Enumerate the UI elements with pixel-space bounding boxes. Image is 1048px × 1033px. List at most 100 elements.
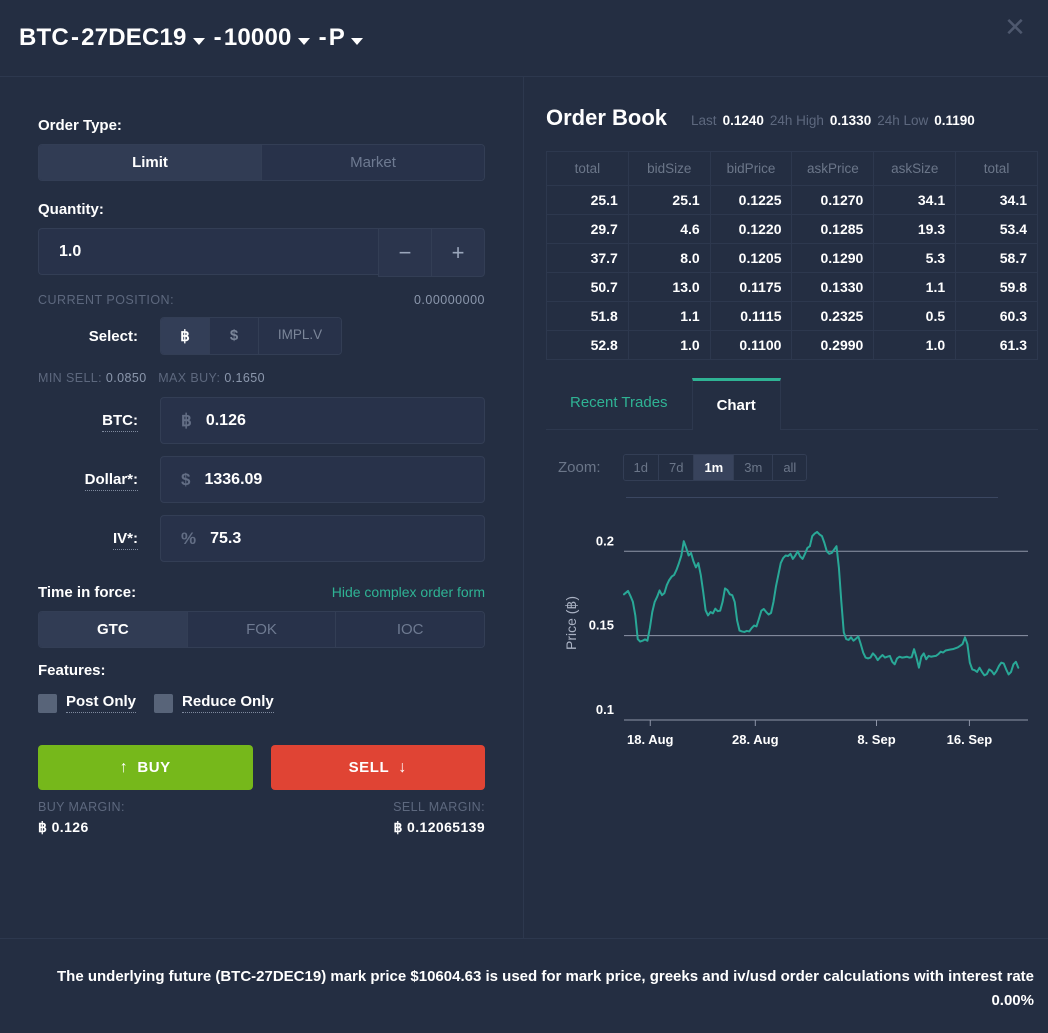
checkbox-icon[interactable] — [38, 693, 57, 713]
title-sep-2: - — [213, 24, 222, 51]
order-book-cell-bidSize: 1.0 — [627, 330, 711, 360]
tif-fok-button[interactable]: FOK — [187, 612, 337, 647]
dialog-header: BTC - 27DEC19 - 10000 - P ✕ — [0, 0, 1048, 77]
option-type-chevron-down-icon[interactable] — [350, 37, 363, 45]
order-type-market-button[interactable]: Market — [262, 145, 484, 180]
expiry-chevron-down-icon[interactable] — [192, 37, 205, 45]
x-axis-tick-label: 28. Aug — [732, 732, 779, 747]
features-checkboxes: Post Only Reduce Only — [38, 693, 485, 713]
order-book-cell-total: 52.8 — [546, 330, 629, 360]
order-book-cell-askPrice: 0.2990 — [791, 330, 875, 360]
order-book-cell-bidPrice: 0.1115 — [709, 301, 793, 331]
order-book-cell-bidSize: 13.0 — [627, 272, 711, 302]
order-book-cell-bidSize: 4.6 — [627, 214, 711, 244]
zoom-range-7d-button[interactable]: 7d — [658, 455, 695, 480]
x-axis-tick-label: 8. Sep — [857, 732, 895, 747]
post-only-checkbox[interactable]: Post Only — [38, 693, 137, 713]
last-value: 0.1240 — [722, 113, 764, 128]
sell-margin-block: SELL MARGIN: ฿ 0.12065139 — [393, 800, 485, 836]
tab-chart[interactable]: Chart — [691, 378, 781, 430]
hide-complex-order-form-link[interactable]: Hide complex order form — [332, 584, 485, 600]
order-book-cell-askSize: 5.3 — [873, 243, 957, 273]
buy-button-label: BUY — [137, 759, 171, 776]
table-row[interactable]: 37.7 8.0 0.1205 0.1290 5.3 58.7 — [546, 243, 1038, 273]
order-book-cell-total: 59.8 — [955, 272, 1038, 302]
order-type-limit-button[interactable]: Limit — [39, 145, 262, 180]
time-in-force-toggle[interactable]: GTC FOK IOC — [38, 611, 485, 648]
chart-line-Price — [623, 530, 1020, 677]
max-buy-value: 0.1650 — [224, 371, 265, 385]
order-ticket-dialog: BTC - 27DEC19 - 10000 - P ✕ Order Type: … — [0, 0, 1048, 1033]
zoom-range-3m-button[interactable]: 3m — [734, 455, 774, 480]
current-position-label: CURRENT POSITION: — [38, 293, 175, 307]
close-icon[interactable]: ✕ — [998, 10, 1032, 44]
quantity-input[interactable]: 1.0 — [38, 228, 378, 275]
order-book-panel: Order Book Last 0.1240 24h High 0.1330 2… — [524, 77, 1048, 938]
tif-gtc-button[interactable]: GTC — [39, 612, 188, 647]
order-book-header-row: total bidSize bidPrice askPrice askSize total — [546, 151, 1038, 186]
table-row[interactable]: 29.7 4.6 0.1220 0.1285 19.3 53.4 — [546, 214, 1038, 244]
sell-button[interactable]: SELL ↓ — [270, 745, 485, 790]
order-book-title: Order Book — [546, 105, 668, 130]
dollar-price-row: Dollar*: $ 1336.09 — [38, 456, 485, 503]
quantity-decrement-button[interactable]: − — [378, 228, 431, 277]
unit-implied-vol-button[interactable]: IMPL.V — [259, 318, 341, 354]
y-axis-tick-label: 0.15 — [589, 618, 614, 633]
dollar-icon: $ — [181, 469, 191, 489]
zoom-range-1d-button[interactable]: 1d — [623, 455, 659, 480]
order-book-col-askSize-4: askSize — [873, 151, 957, 186]
zoom-label: Zoom: — [558, 459, 601, 476]
min-sell-label: MIN SELL: — [38, 371, 103, 385]
arrow-up-icon: ↑ — [119, 758, 129, 776]
min-sell-value: 0.0850 — [105, 371, 147, 385]
order-book-cell-bidSize: 8.0 — [627, 243, 711, 273]
unit-btc-button[interactable]: ฿ — [161, 318, 210, 354]
order-book-cell-total: 37.7 — [546, 243, 629, 273]
price-unit-toggle[interactable]: ฿ $ IMPL.V — [160, 317, 342, 355]
post-only-label: Post Only — [66, 693, 137, 713]
tab-recent-trades[interactable]: Recent Trades — [546, 378, 692, 429]
zoom-range-group[interactable]: 1d 7d 1m 3m all — [622, 454, 808, 481]
order-book-cell-askSize: 1.0 — [873, 330, 957, 360]
order-book-cell-askPrice: 0.1290 — [791, 243, 875, 273]
zoom-range-all-button[interactable]: all — [773, 455, 807, 480]
order-book-table: total bidSize bidPrice askPrice askSize total… — [546, 151, 1038, 360]
panel-tabs: Recent Trades Chart — [546, 378, 1038, 430]
time-in-force-label: Time in force: — [38, 584, 137, 601]
order-book-stats: Last 0.1240 24h High 0.1330 24h Low 0.11… — [691, 113, 975, 128]
buy-margin-block: BUY MARGIN: ฿ 0.126 — [38, 800, 125, 836]
order-book-cell-total: 53.4 — [955, 214, 1038, 244]
table-row[interactable]: 51.8 1.1 0.1115 0.2325 0.5 60.3 — [546, 301, 1038, 331]
iv-field[interactable]: % 75.3 — [160, 515, 485, 562]
order-book-cell-total: 34.1 — [955, 185, 1038, 215]
table-row[interactable]: 52.8 1.0 0.1100 0.2990 1.0 61.3 — [546, 330, 1038, 360]
buy-button[interactable]: ↑ BUY — [38, 745, 253, 790]
table-row[interactable]: 50.7 13.0 0.1175 0.1330 1.1 59.8 — [546, 272, 1038, 302]
table-row[interactable]: 25.1 25.1 0.1225 0.1270 34.1 34.1 — [546, 185, 1038, 215]
order-type-toggle[interactable]: Limit Market — [38, 144, 485, 181]
order-book-body: 25.1 25.1 0.1225 0.1270 34.1 34.1 29.7 4.6 0.122… — [546, 185, 1038, 360]
title-expiry: 27DEC19 — [81, 24, 187, 51]
order-book-col-total-5: total — [955, 151, 1038, 186]
time-in-force-header: Time in force: Hide complex order form — [38, 584, 485, 601]
order-book-cell-total: 50.7 — [546, 272, 629, 302]
percent-icon: % — [181, 528, 197, 548]
strike-chevron-down-icon[interactable] — [297, 37, 310, 45]
dialog-body: Order Type: Limit Market Quantity: 1.0 −… — [0, 77, 1048, 938]
zoom-range-1m-button[interactable]: 1m — [694, 455, 735, 480]
checkbox-icon[interactable] — [154, 693, 174, 713]
btc-price-field[interactable]: ฿ 0.126 — [160, 397, 485, 444]
order-book-cell-bidPrice: 0.1205 — [709, 243, 793, 273]
quantity-increment-button[interactable]: + — [431, 228, 485, 277]
tif-ioc-button[interactable]: IOC — [336, 612, 484, 647]
order-book-col-bidSize-1: bidSize — [627, 151, 711, 186]
iv-value: 75.3 — [210, 529, 242, 547]
unit-usd-button[interactable]: $ — [210, 318, 259, 354]
dollar-price-field[interactable]: $ 1336.09 — [160, 456, 485, 503]
order-book-cell-total: 58.7 — [955, 243, 1038, 273]
btc-price-label: BTC: — [38, 412, 160, 432]
reduce-only-checkbox[interactable]: Reduce Only — [154, 693, 274, 713]
btc-price-value: 0.126 — [205, 411, 246, 429]
current-position-row: CURRENT POSITION: 0.00000000 — [38, 293, 485, 307]
reduce-only-label: Reduce Only — [182, 693, 274, 713]
